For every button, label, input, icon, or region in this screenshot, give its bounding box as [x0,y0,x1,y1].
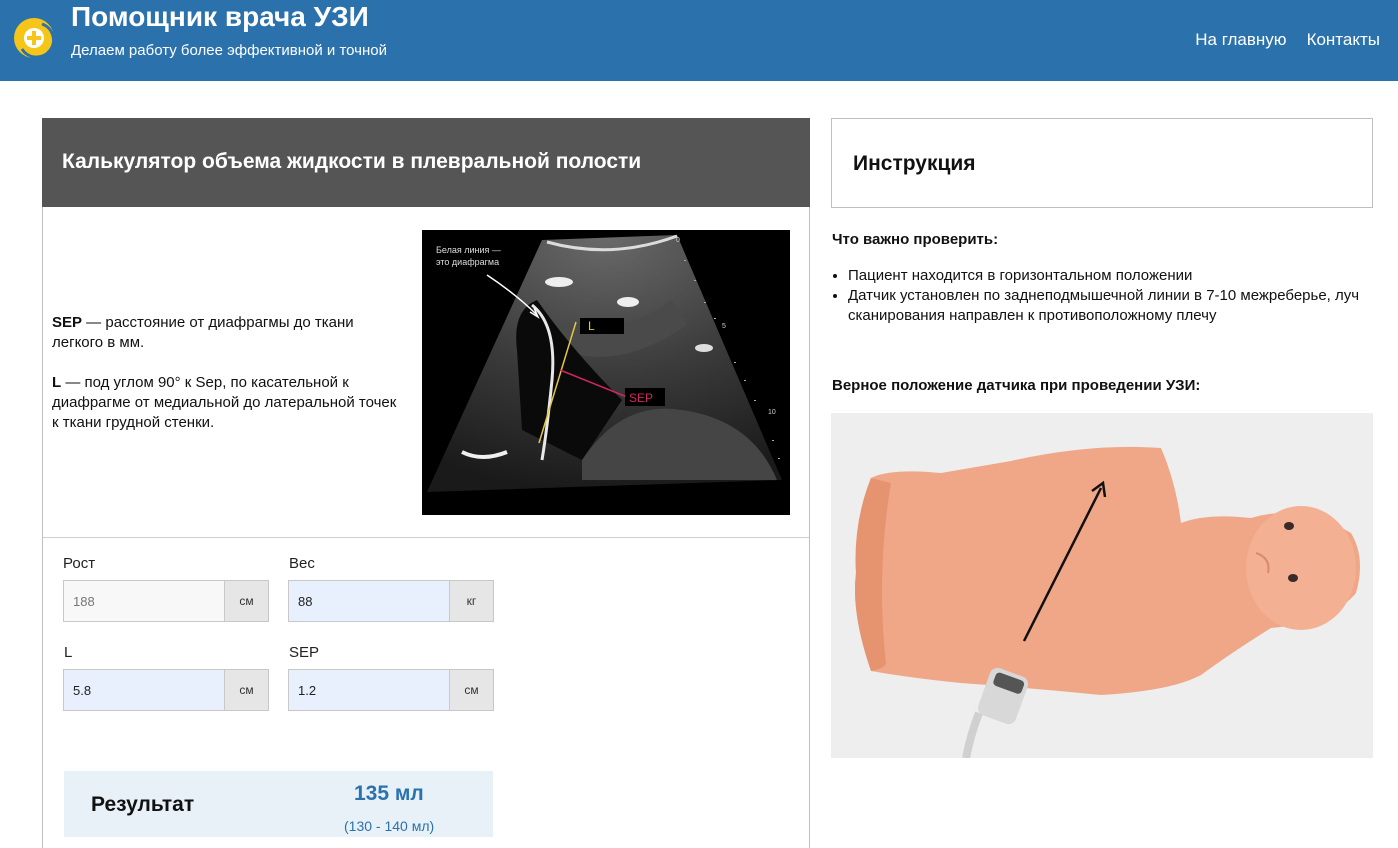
logo-icon[interactable] [12,16,58,60]
height-unit: см [224,580,269,622]
check-list: Пациент находится в горизонтальном полож… [848,266,1368,326]
sep-input[interactable] [288,669,449,711]
sep-unit: см [449,669,494,711]
check-item: Датчик установлен по заднеподмышечной ли… [848,286,1368,326]
l-label: L [64,644,73,661]
site-subtitle: Делаем работу более эффективной и точной [71,42,388,59]
label-sep: SEP [629,391,653,405]
instructions-title: Инструкция [853,152,976,175]
weight-input-group: кг [288,580,494,622]
depth-5: 5 [722,323,726,330]
probe-position-image [831,413,1373,758]
calculator-card: Калькулятор объема жидкости в плеврально… [42,118,810,848]
sep-text: — расстояние от диафрагмы до ткани легко… [52,314,354,351]
site-title[interactable]: Помощник врача УЗИ [71,1,369,33]
section-divider [43,537,809,538]
instructions-header: Инструкция [831,118,1373,208]
calculator-header: Калькулятор объема жидкости в плеврально… [42,118,810,207]
height-input-group: см [63,580,269,622]
l-input[interactable] [63,669,224,711]
l-description: L — под углом 90° к Sep, по касательной … [52,373,397,433]
ultrasound-image: L SEP Белая линия — это диафрагма 0 5 10 [422,230,790,515]
nav-home-link[interactable]: На главную [1195,30,1286,50]
sep-description: SEP — расстояние от диафрагмы до ткани л… [52,313,397,353]
result-range: (130 - 140 мл) [344,818,435,834]
sep-term: SEP [52,314,83,331]
weight-unit: кг [449,580,494,622]
annotation-line1: Белая линия — [436,245,501,255]
annotation-line2: это диафрагма [436,257,499,267]
check-title: Что важно проверить: [832,231,999,248]
height-input[interactable] [63,580,224,622]
weight-input[interactable] [288,580,449,622]
sep-label: SEP [289,644,320,661]
l-term: L [52,374,62,391]
depth-0: 0 [676,237,680,244]
l-text: — под углом 90° к Sep, по касательной к … [52,374,397,431]
l-input-group: см [63,669,269,711]
result-panel: Результат 135 мл (130 - 140 мл) [64,771,493,837]
weight-label: Вес [289,555,315,572]
probe-position-title: Верное положение датчика при проведении … [832,377,1201,394]
nav-contacts-link[interactable]: Контакты [1307,30,1380,50]
l-unit: см [224,669,269,711]
depth-10: 10 [768,409,776,416]
label-l: L [588,319,595,333]
top-navbar: Помощник врача УЗИ Делаем работу более э… [0,0,1398,81]
result-label: Результат [91,793,195,816]
measurement-description: SEP — расстояние от диафрагмы до ткани л… [52,313,397,453]
height-label: Рост [63,555,96,572]
calculator-title: Калькулятор объема жидкости в плеврально… [62,150,642,173]
check-item: Пациент находится в горизонтальном полож… [848,266,1368,286]
result-value: 135 мл [354,782,424,805]
sep-input-group: см [288,669,494,711]
main-nav: На главную Контакты [1195,30,1380,50]
